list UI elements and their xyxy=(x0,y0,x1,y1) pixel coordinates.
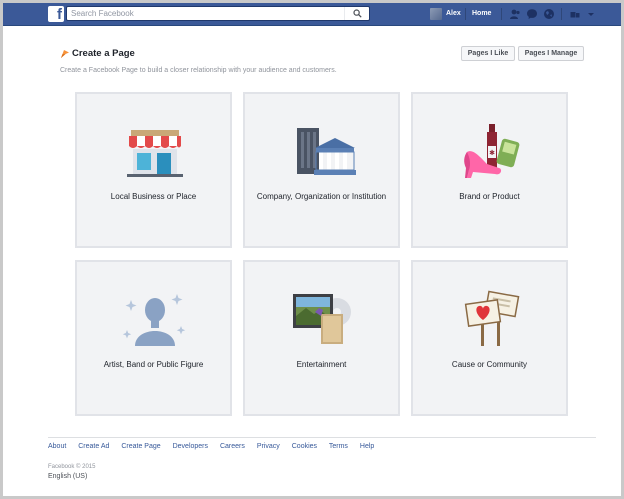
category-label: Company, Organization or Institution xyxy=(256,192,387,201)
nav-divider xyxy=(465,8,466,20)
footer-link-create-page[interactable]: Create Page xyxy=(121,443,160,450)
page-subtitle: Create a Facebook Page to build a closer… xyxy=(60,67,337,74)
facebook-logo-icon[interactable]: f xyxy=(48,6,64,22)
person-icon xyxy=(122,294,186,346)
category-card-entertainment[interactable]: Entertainment xyxy=(243,260,400,416)
footer-link-help[interactable]: Help xyxy=(360,443,374,450)
language-link[interactable]: English (US) xyxy=(48,473,87,480)
nav-divider xyxy=(561,8,562,20)
storefront-icon xyxy=(127,130,183,177)
top-navigation-bar: f Alex Home xyxy=(3,3,621,26)
create-page-flag-icon xyxy=(61,50,69,58)
media-icon xyxy=(293,294,351,344)
footer-link-privacy[interactable]: Privacy xyxy=(257,443,280,450)
friend-requests-icon[interactable] xyxy=(509,8,521,20)
category-label: Local Business or Place xyxy=(110,192,197,201)
category-card-cause[interactable]: Cause or Community xyxy=(411,260,568,416)
profile-name-link[interactable]: Alex xyxy=(446,10,461,17)
signs-icon xyxy=(464,290,520,346)
search-button[interactable] xyxy=(344,7,369,20)
category-label: Artist, Band or Public Figure xyxy=(103,360,204,369)
category-card-company[interactable]: Company, Organization or Institution xyxy=(243,92,400,248)
footer-link-cookies[interactable]: Cookies xyxy=(292,443,317,450)
nav-divider xyxy=(501,8,502,20)
privacy-shortcuts-icon[interactable] xyxy=(569,8,581,20)
footer-link-careers[interactable]: Careers xyxy=(220,443,245,450)
page-frame: f Alex Home xyxy=(0,0,624,499)
products-icon: ✱ xyxy=(464,124,520,178)
category-card-brand[interactable]: ✱ Brand or Product xyxy=(411,92,568,248)
footer-divider xyxy=(48,437,596,438)
svg-text:✱: ✱ xyxy=(489,149,495,157)
search-input[interactable] xyxy=(71,8,341,19)
notifications-globe-icon[interactable] xyxy=(543,8,555,20)
category-card-artist[interactable]: Artist, Band or Public Figure xyxy=(75,260,232,416)
footer-link-create-ad[interactable]: Create Ad xyxy=(78,443,109,450)
home-link[interactable]: Home xyxy=(472,10,491,17)
footer-links: About Create Ad Create Page Developers C… xyxy=(48,443,384,450)
category-label: Brand or Product xyxy=(459,192,520,201)
messages-icon[interactable] xyxy=(526,8,538,20)
avatar[interactable] xyxy=(430,8,442,20)
footer-link-terms[interactable]: Terms xyxy=(329,443,348,450)
page-title: Create a Page xyxy=(72,48,135,59)
footer-link-developers[interactable]: Developers xyxy=(173,443,208,450)
buildings-icon xyxy=(297,128,356,175)
search-icon xyxy=(353,9,362,18)
category-label: Cause or Community xyxy=(451,360,528,369)
pages-i-like-button[interactable]: Pages I Like xyxy=(461,46,515,61)
category-card-local-business[interactable]: Local Business or Place xyxy=(75,92,232,248)
pages-i-manage-button[interactable]: Pages I Manage xyxy=(518,46,584,61)
footer-link-about[interactable]: About xyxy=(48,443,66,450)
account-menu-chevron-down-icon[interactable] xyxy=(585,8,597,20)
category-label: Entertainment xyxy=(296,360,347,369)
copyright-text: Facebook © 2015 xyxy=(48,464,96,470)
search-box xyxy=(66,6,370,21)
